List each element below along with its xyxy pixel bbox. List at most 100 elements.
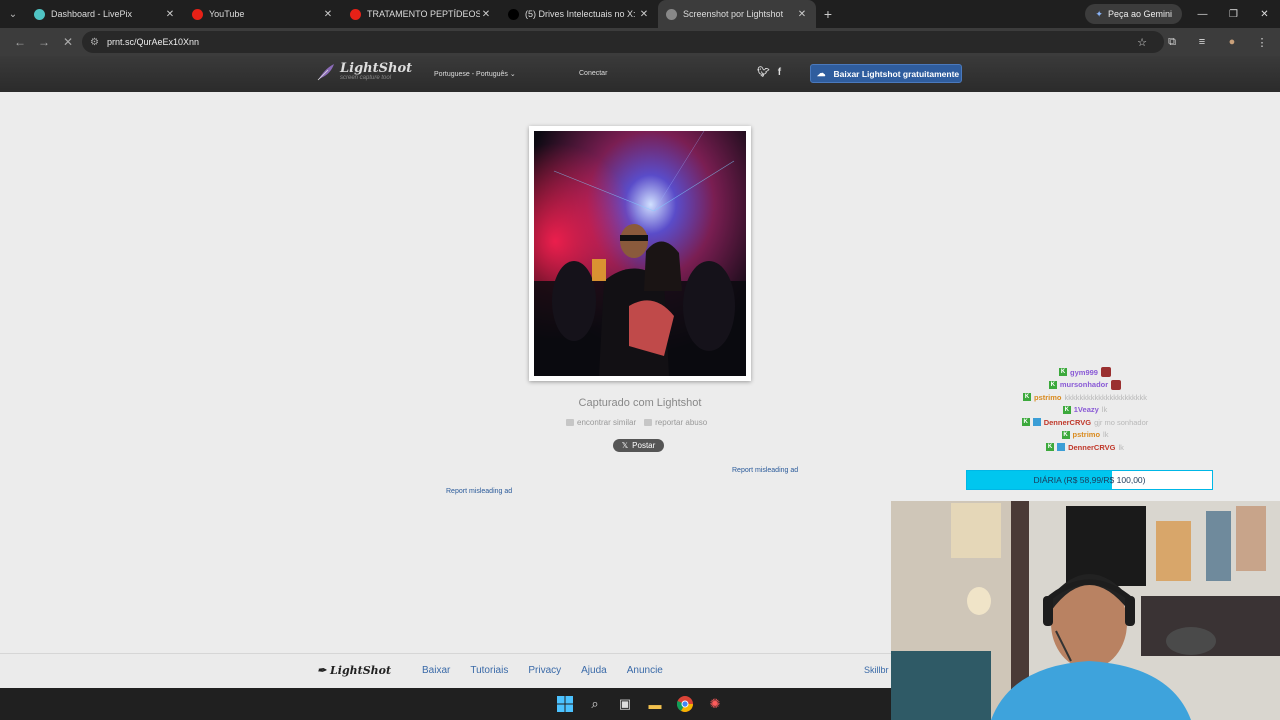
report-abuse-label: reportar abuso (655, 418, 708, 427)
gemini-button[interactable]: ✦ Peça ao Gemini (1085, 4, 1182, 24)
reading-list-icon[interactable]: ≡ (1190, 30, 1214, 54)
similar-icon (566, 419, 574, 426)
kick-badge-icon: K (1021, 418, 1030, 427)
flag-icon (644, 419, 653, 426)
chrome-logo (677, 696, 693, 712)
chat-username: pstrimo (1072, 430, 1101, 440)
task-view-icon[interactable]: ▣ (615, 694, 635, 714)
chat-message: Kmursonhador (960, 379, 1210, 392)
forward-icon[interactable]: → (32, 30, 56, 54)
chat-username: gym999 (1070, 367, 1098, 377)
browser-tab[interactable]: Screenshot por Lightshot ✕ (658, 0, 816, 28)
screenshot-image[interactable] (534, 131, 746, 376)
donation-goal-bar: DIÁRIA (R$ 58,99/R$ 100,00) (966, 470, 1213, 490)
report-ad-link-left[interactable]: Report misleading ad (446, 488, 512, 495)
report-ad-link-right[interactable]: Report misleading ad (732, 467, 798, 474)
tab-search-icon[interactable]: ⌄ (0, 0, 26, 28)
tab-title: (5) Drives Intelectuais no X: "Ho (525, 9, 638, 19)
facebook-icon[interactable]: f (778, 67, 781, 78)
search-icon[interactable]: ⌕ (585, 694, 605, 714)
chat-message: Kpstrimo lk (960, 429, 1210, 442)
stop-loading-icon[interactable]: ✕ (56, 30, 80, 54)
chrome-icon[interactable] (675, 694, 695, 714)
tab-title: Screenshot por Lightshot (683, 9, 784, 19)
browser-tab-bar: ⌄ Dashboard - LivePix ✕ YouTube ✕ TRATAMENTO… (0, 0, 1280, 28)
browser-tab[interactable]: (5) Drives Intelectuais no X: "Ho✕ (500, 0, 658, 28)
footer-link[interactable]: Anuncie (627, 665, 663, 676)
more-menu-icon[interactable]: ⋮ (1250, 30, 1274, 54)
emote-icon (1111, 379, 1122, 390)
close-tab-icon[interactable]: ✕ (796, 9, 808, 20)
gemini-label: Peça ao Gemini (1107, 9, 1172, 19)
footer-link[interactable]: Ajuda (581, 665, 607, 676)
download-lightshot-button[interactable]: ☁ Baixar Lightshot gratuitamente (810, 64, 962, 83)
minimize-icon[interactable]: — (1187, 0, 1218, 28)
chevron-down-icon: ⌄ (509, 71, 516, 78)
footer-logo[interactable]: ✒ LightShot (317, 664, 391, 677)
logo-text: LightShot (340, 61, 413, 76)
extensions-icon[interactable]: ⧉ (1160, 30, 1184, 54)
site-info-icon[interactable]: ⚙ (90, 37, 99, 48)
webcam-image (891, 501, 1280, 720)
browser-tab[interactable]: Dashboard - LivePix ✕ (26, 0, 184, 28)
social-links: 🐦︎ f (757, 67, 781, 78)
kick-badge-icon: K (1062, 405, 1071, 414)
footer-link[interactable]: Baixar (422, 665, 450, 676)
chat-message: Kgym999 (960, 366, 1210, 379)
close-tab-icon[interactable]: ✕ (322, 9, 334, 20)
chat-text: lk (1103, 430, 1109, 440)
x-logo-icon: 𝕏 (621, 441, 629, 450)
close-tab-icon[interactable]: ✕ (638, 9, 650, 20)
party-photo (534, 131, 746, 376)
download-cloud-icon: ☁ (817, 68, 826, 78)
browser-tab[interactable]: YouTube ✕ (184, 0, 342, 28)
connect-link[interactable]: Conectar (579, 70, 607, 77)
post-to-x-button[interactable]: 𝕏 Postar (613, 439, 664, 452)
lightshot-logo[interactable]: LightShot screen capture tool (316, 62, 412, 82)
chat-text: gjr mo sonhador (1094, 417, 1149, 427)
twitter-icon[interactable]: 🐦︎ (757, 67, 770, 78)
file-explorer-icon[interactable]: ▬ (645, 694, 665, 714)
restore-icon[interactable]: ❐ (1218, 0, 1249, 28)
chat-message: K 1Veazy lk (960, 404, 1210, 417)
chat-username: 1Veazy (1073, 405, 1099, 415)
footer-links: Baixar Tutoriais Privacy Ajuda Anuncie (422, 665, 663, 676)
close-tab-icon[interactable]: ✕ (164, 9, 176, 20)
windows-start-icon[interactable] (555, 694, 575, 714)
emote-icon (1100, 367, 1111, 378)
language-select[interactable]: Portuguese - Português ⌄ (434, 70, 516, 78)
gemini-icon: ✦ (1095, 8, 1103, 19)
window-controls: — ❐ ✕ (1187, 0, 1280, 28)
tab-list: Dashboard - LivePix ✕ YouTube ✕ TRATAMENTO P… (26, 0, 816, 28)
browser-toolbar: ← → ✕ ⚙ prnt.sc/QurAeEx10Xnn ☆ ⧉ ≡ ● ⋮ (0, 28, 1280, 56)
close-tab-icon[interactable]: ✕ (480, 9, 492, 20)
browser-tab[interactable]: TRATAMENTO PEPTÍDEOS - ÚM✕ (342, 0, 500, 28)
kick-badge-icon: K (1046, 443, 1055, 452)
post-label: Postar (632, 441, 656, 450)
chat-text: kkkkkkkkkkkkkkkkkkkkkk (1064, 392, 1148, 402)
kick-badge-icon: K (1048, 380, 1057, 389)
chat-message: K DennerCRVG gjr mo sonhador (960, 416, 1210, 429)
find-similar-link[interactable]: encontrar similar (566, 418, 636, 427)
footer-link[interactable]: Tutoriais (470, 665, 508, 676)
lightshot-icon (666, 8, 677, 20)
find-similar-label: encontrar similar (577, 418, 637, 427)
back-icon[interactable]: ← (8, 30, 32, 54)
stream-chat-overlay: Kgym999 Kmursonhador Kpstrimo kkkkkkkkkkkkk… (960, 366, 1210, 454)
tab-title: TRATAMENTO PEPTÍDEOS - ÚM (367, 9, 480, 19)
report-abuse-link[interactable]: reportar abuso (644, 418, 707, 427)
screenshot-frame (529, 126, 751, 381)
sub-badge-icon (1032, 418, 1041, 427)
address-bar[interactable]: ⚙ prnt.sc/QurAeEx10Xnn (82, 31, 1164, 53)
app-icon[interactable]: ✺ (705, 694, 725, 714)
new-tab-button[interactable]: + (816, 6, 840, 22)
lightshot-header: LightShot screen capture tool Portuguese… (0, 56, 1280, 92)
bookmark-star-icon[interactable]: ☆ (1130, 30, 1154, 54)
footer-partner-link[interactable]: Skillbr (864, 665, 889, 675)
captured-caption: Capturado com Lightshot (578, 397, 702, 409)
profile-avatar[interactable]: ● (1220, 30, 1244, 54)
close-window-icon[interactable]: ✕ (1249, 0, 1280, 28)
footer-link[interactable]: Privacy (528, 665, 561, 676)
chat-text: lk (1101, 405, 1108, 415)
windows-logo (557, 696, 573, 712)
